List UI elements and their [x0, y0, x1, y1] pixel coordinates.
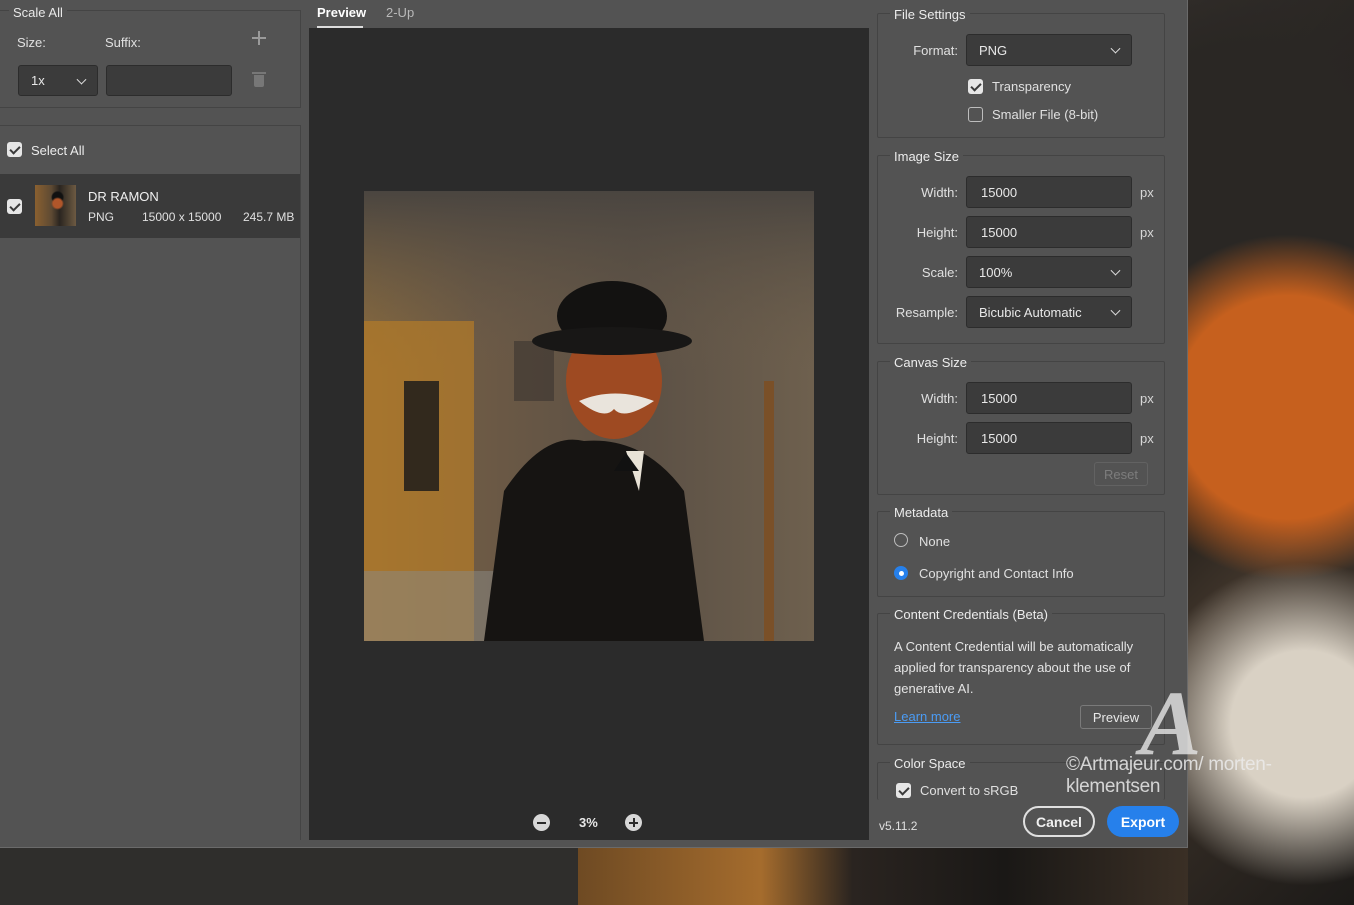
content-credentials-group: Content Credentials (Beta) A Content Cre… [877, 607, 1165, 745]
watermark-text: ©Artmajeur.com/ morten-klementsen [1066, 754, 1272, 797]
scale-all-group: Scale All Size: Suffix: 1x [0, 5, 301, 108]
left-panel: Scale All Size: Suffix: 1x Select All DR… [0, 0, 301, 840]
size-select-value: 1x [31, 73, 45, 88]
convert-srgb-label: Convert to sRGB [920, 783, 1019, 798]
canvas-height-unit: px [1140, 431, 1154, 446]
zoom-controls: 3% [309, 805, 869, 840]
metadata-title: Metadata [890, 505, 953, 520]
trash-can [254, 75, 264, 87]
size-select[interactable]: 1x [18, 65, 98, 96]
asset-format: PNG [88, 210, 115, 224]
canvas-size-title: Canvas Size [890, 355, 971, 370]
image-size-title: Image Size [890, 149, 964, 164]
canvas-height-label: Height: [916, 431, 958, 446]
asset-checkbox[interactable] [7, 199, 22, 214]
asset-name: DR RAMON [88, 189, 159, 204]
resample-select-value: Bicubic Automatic [979, 304, 1082, 320]
export-as-dialog: Scale All Size: Suffix: 1x Select All DR… [0, 0, 1188, 848]
resample-label: Resample: [895, 305, 958, 320]
file-settings-title: File Settings [890, 7, 970, 22]
image-height-input[interactable]: 15000 [966, 216, 1132, 248]
select-all-checkbox[interactable] [7, 142, 22, 157]
smaller-file-label: Smaller File (8-bit) [992, 107, 1099, 122]
zoom-out-icon[interactable] [533, 814, 550, 831]
asset-row[interactable]: DR RAMON PNG 15000 x 15000 245.7 MB [0, 174, 300, 238]
learn-more-link[interactable]: Learn more [894, 709, 960, 724]
content-credentials-description: A Content Credential will be automatical… [894, 639, 1134, 696]
resample-select[interactable]: Bicubic Automatic [966, 296, 1132, 328]
chevron-down-icon [1110, 305, 1121, 316]
format-select-value: PNG [979, 42, 1008, 58]
chevron-down-icon [1110, 265, 1121, 276]
size-label: Size: [17, 35, 46, 50]
version-label: v5.11.2 [879, 819, 918, 833]
metadata-copyright-label: Copyright and Contact Info [919, 566, 1074, 581]
metadata-copyright-radio[interactable] [894, 566, 908, 580]
transparency-label: Transparency [992, 79, 1071, 94]
metadata-group: Metadata None Copyright and Contact Info [877, 505, 1165, 597]
zoom-level: 3% [579, 815, 598, 830]
background-painting-strip [578, 848, 1188, 905]
trash-lid [252, 72, 266, 74]
chevron-down-icon [1110, 43, 1121, 54]
export-button[interactable]: Export [1107, 806, 1179, 837]
canvas-size-group: Canvas Size Width: 15000 px Height: 1500… [877, 355, 1165, 495]
image-width-unit: px [1140, 185, 1154, 200]
scale-label: Scale: [921, 265, 958, 280]
metadata-none-label: None [919, 534, 951, 549]
smaller-file-checkbox[interactable] [968, 107, 983, 122]
file-settings-group: File Settings Format: PNG Transparency S… [877, 7, 1165, 138]
content-credentials-title: Content Credentials (Beta) [890, 607, 1052, 622]
asset-dimensions: 15000 x 15000 [142, 210, 222, 224]
format-label: Format: [913, 43, 958, 58]
asset-thumbnail [35, 185, 76, 226]
preview-image [364, 191, 814, 641]
color-space-title: Color Space [890, 756, 970, 771]
chevron-down-icon [76, 74, 87, 85]
trash-icon[interactable] [252, 71, 266, 88]
transparency-checkbox[interactable] [968, 79, 983, 94]
image-width-label: Width: [921, 185, 958, 200]
scale-select[interactable]: 100% [966, 256, 1132, 288]
scale-select-value: 100% [979, 264, 1013, 280]
reset-button[interactable]: Reset [1094, 462, 1148, 486]
image-width-input[interactable]: 15000 [966, 176, 1132, 208]
image-height-unit: px [1140, 225, 1154, 240]
metadata-none-radio[interactable] [894, 533, 908, 547]
scale-all-title: Scale All [9, 5, 67, 20]
format-select[interactable]: PNG [966, 34, 1132, 66]
tab-2-up[interactable]: 2-Up [386, 5, 414, 20]
select-all-label: Select All [31, 143, 85, 158]
canvas-width-label: Width: [921, 391, 958, 406]
screen: Scale All Size: Suffix: 1x Select All DR… [0, 0, 1354, 905]
canvas-width-unit: px [1140, 391, 1154, 406]
canvas-height-input[interactable]: 15000 [966, 422, 1132, 454]
preview-tabs: Preview 2-Up [309, 0, 869, 28]
image-size-group: Image Size Width: 15000 px Height: 15000… [877, 149, 1165, 344]
asset-filesize: 245.7 MB [243, 210, 295, 224]
image-height-label: Height: [916, 225, 958, 240]
suffix-input[interactable] [106, 65, 232, 96]
canvas-width-input[interactable]: 15000 [966, 382, 1132, 414]
suffix-label: Suffix: [105, 35, 141, 50]
cancel-button[interactable]: Cancel [1023, 806, 1095, 837]
zoom-in-icon[interactable] [625, 814, 642, 831]
painting-artwork [364, 191, 814, 641]
convert-srgb-checkbox[interactable] [896, 783, 911, 798]
add-scale-icon[interactable] [252, 31, 266, 45]
tab-preview[interactable]: Preview [317, 5, 366, 20]
